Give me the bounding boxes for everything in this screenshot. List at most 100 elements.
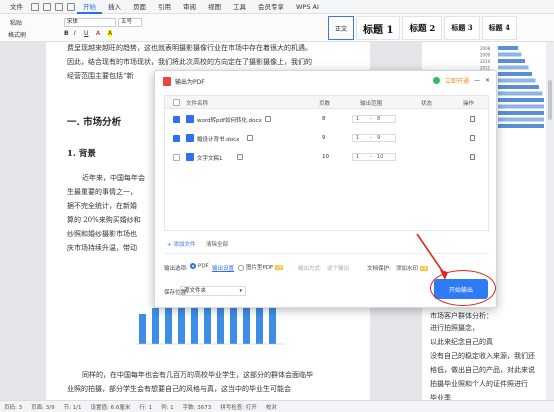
upgrade-link[interactable]: 立即开通 [445,76,469,85]
col-action: 操作 [463,101,475,107]
menu-tools[interactable]: 工具 [227,0,252,14]
font-color-button[interactable]: A [96,30,100,37]
menu-bar: 文件 开始 插入 页面 引用 审阅 视图 工具 会员专享 WPS AI [0,0,554,14]
select-all-checkbox[interactable] [173,99,180,106]
style-heading3[interactable]: 标题 3 [444,16,480,40]
file-table: 文件名称 页数 输出范围 状态 操作 word转pdf如何转化.docx 8 1-8… [164,95,489,231]
italic-button[interactable]: I [74,30,76,37]
status-pages[interactable]: 页面: 3/9 [31,403,54,411]
page-range-input[interactable]: 1-8 [352,115,396,123]
style-heading4[interactable]: 标题 4 [481,16,517,40]
style-heading2[interactable]: 标题 2 [402,16,443,40]
paste-button[interactable]: 粘贴 [10,18,22,27]
menu-view[interactable]: 视图 [202,0,227,14]
image-pdf-radio[interactable]: 图片型PDF VIP [238,263,284,271]
row-checkbox[interactable] [173,154,180,161]
page-range-input[interactable]: 1-10 [352,153,396,161]
clear-all-button[interactable]: 清除全部 [206,240,228,248]
output-options-label: 输出选项: [164,266,188,272]
font-select[interactable]: 宋体 [64,18,116,27]
page-range-input[interactable]: 1-9 [352,134,396,142]
redo-icon[interactable] [67,2,75,11]
add-file-button[interactable]: + 添加文件 [167,240,195,248]
row-checkbox[interactable] [173,135,180,142]
row-checkbox[interactable] [173,116,180,123]
font-size-select[interactable]: 五号 [118,18,142,27]
doc-line: 以此来纪念自己的真 [430,338,493,346]
doc-line: 费呈现越来越旺的趋势，这也就表明摄影摄像行业在市场中存在着很大的机遇。 [67,44,312,52]
chart-bar [498,65,529,70]
table-row[interactable]: 文字文稿1 10 1-10 [165,149,488,166]
undo-icon[interactable] [55,2,63,11]
menu-reference[interactable]: 引用 [152,0,177,14]
chart-bar [498,78,536,83]
annotation-circle [430,270,496,306]
close-icon[interactable]: ✕ [485,77,490,84]
dialog-title: 输出为PDF [163,77,205,86]
save-icon[interactable] [31,2,39,11]
status-col: 列: 1 [160,404,174,411]
pdf-radio[interactable]: PDF [190,263,209,270]
word-file-icon [186,153,194,161]
chart-year-label: 2010 [480,59,491,64]
doc-line: 庆市场持续升温，带动 [67,244,137,252]
chart-year-label: 2008 [480,46,491,51]
rename-icon[interactable] [265,116,271,122]
chart-bar [498,117,544,122]
status-row: 行: 1 [139,404,152,411]
style-gallery: 正文 标题 1 标题 2 标题 3 标题 4 [328,16,517,40]
delete-icon[interactable] [470,135,475,141]
menu-insert[interactable]: 插入 [102,0,127,14]
doc-heading1: 一. 市场分析 [67,117,122,128]
status-section: 节: 1/1 [63,404,82,411]
chart-bar [498,98,544,102]
status-words[interactable]: 字数: 3673 [183,403,212,411]
rename-icon[interactable] [247,135,253,141]
doc-line: 因此，结合现有的市场现状，我们将此次高校的方向定在了摄影摄像上，我们的 [67,58,312,66]
menu-wps-ai[interactable]: WPS AI [290,0,325,14]
chart-bar [498,111,544,115]
bold-button[interactable]: B [64,30,69,37]
col-range: 输出范围 [360,101,383,107]
doc-line: 近年来，中国每年会 [82,174,145,182]
doc-heading2: 1. 背景 [67,149,96,159]
file-name: 文字文稿1 [197,156,223,162]
output-mode-value[interactable]: 逐个输出 [327,264,349,272]
scroll-thumb[interactable] [548,80,552,120]
menu-page[interactable]: 页面 [127,0,152,14]
protect-label: 文档保护: [367,266,391,272]
highlight-button[interactable]: A [108,30,113,37]
status-spell[interactable]: 拼写检查: 打开 [220,403,257,411]
status-bar: 页码: 3 页面: 3/9 节: 1/1 设置值: 6.6厘米 行: 1 列: … [0,400,554,412]
menu-file[interactable]: 文件 [4,0,29,14]
dialog-actions: 立即开通 — ✕ [432,76,490,85]
file-pages: 10 [322,154,329,160]
doc-line: 同样的，在中国每年也会有几百万的高校毕业学生，这部分的群体会面临毕 [82,371,313,379]
chart-year-label: 2009 [480,53,491,58]
format-painter-button[interactable]: 格式刷 [8,30,26,39]
style-heading1[interactable]: 标题 1 [356,16,401,40]
menu-home[interactable]: 开始 [77,0,102,14]
chart-bar [498,91,543,96]
doc-line: 经营范围主要包括“新 [67,72,134,80]
menu-review[interactable]: 审阅 [177,0,202,14]
table-row[interactable]: 婚设计背书.docx 9 1-9 [165,130,488,147]
status-check[interactable]: 校对 [266,403,277,411]
col-filename: 文件名称 [186,101,209,107]
print-icon[interactable] [43,2,51,11]
menu-member[interactable]: 会员专享 [252,0,290,14]
minimize-icon[interactable]: — [474,77,480,84]
style-normal[interactable]: 正文 [328,16,355,40]
file-pages: 9 [322,135,326,141]
delete-icon[interactable] [470,116,475,122]
underline-button[interactable]: U [84,30,88,37]
chart-bar [498,59,525,63]
chart-bar [498,85,539,89]
table-row[interactable]: word转pdf如何转化.docx 8 1-8 [165,111,488,128]
output-settings-link[interactable]: 输出设置 [212,264,234,272]
delete-icon[interactable] [470,154,475,160]
word-file-icon [186,115,194,123]
chart-bar [152,308,159,344]
save-location-select[interactable]: 源文件夹 ▾ [180,286,246,296]
rename-icon[interactable] [237,154,243,160]
